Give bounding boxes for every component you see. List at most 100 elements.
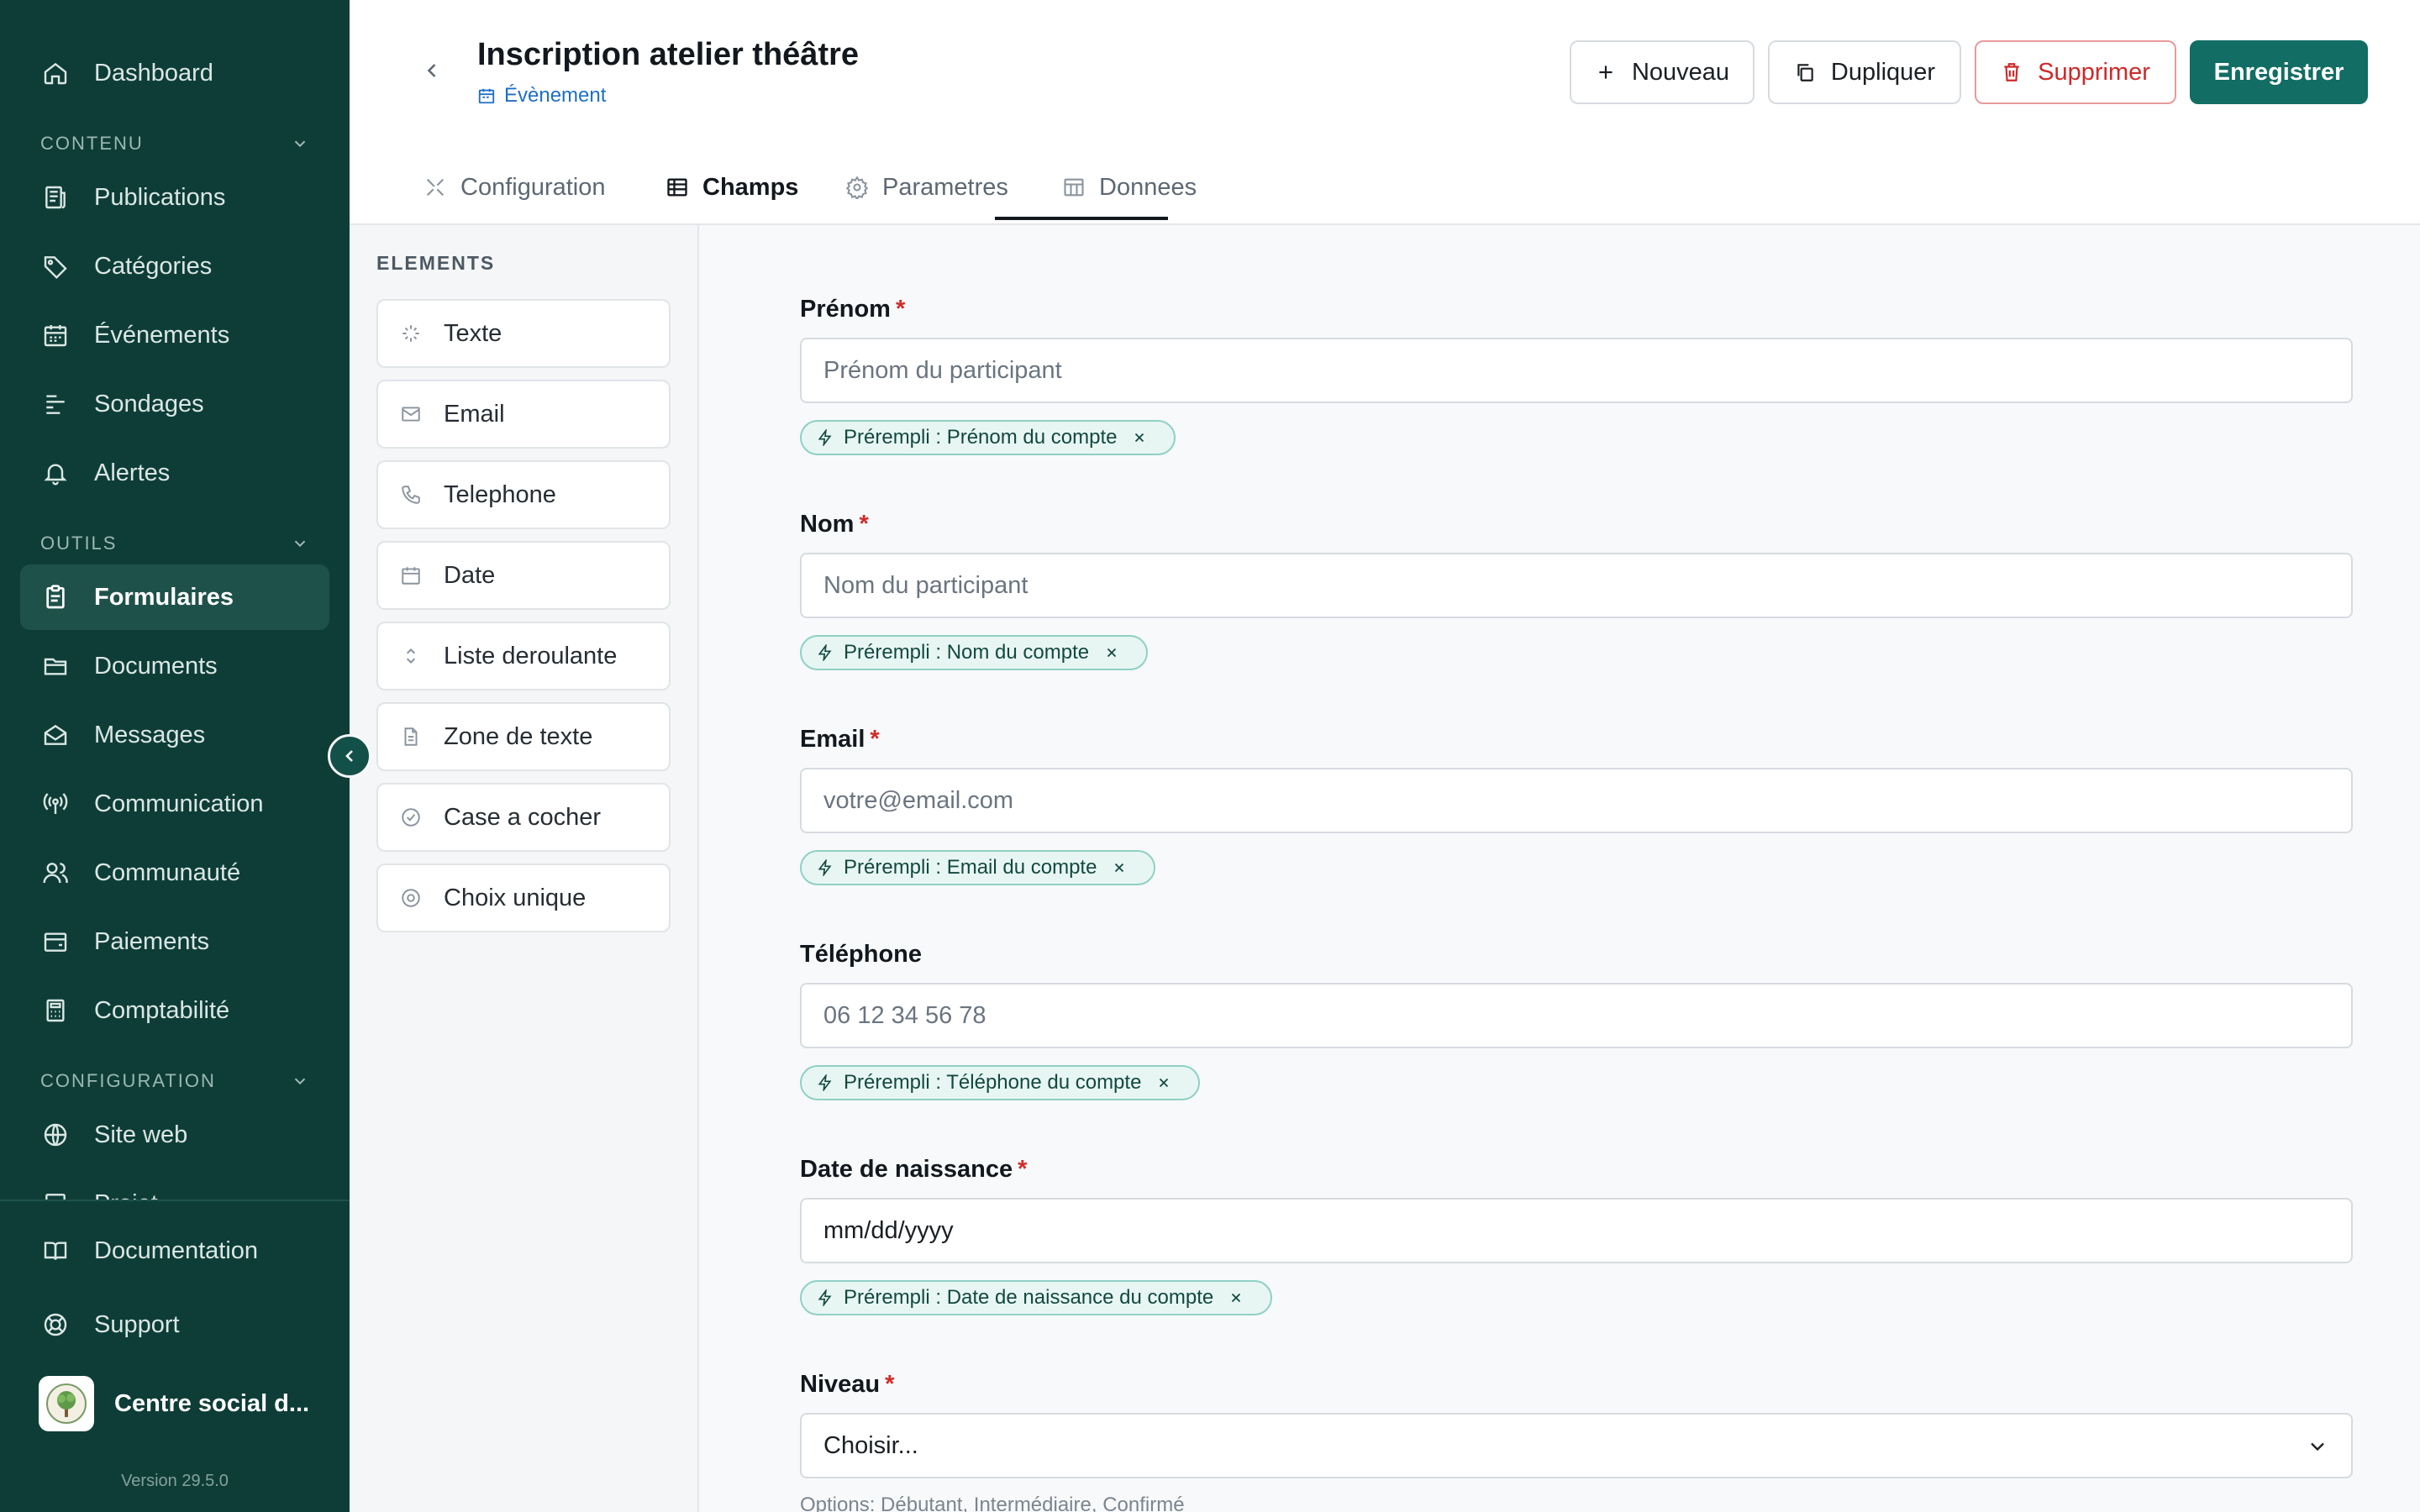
close-icon: [1107, 648, 1117, 658]
prenom-input[interactable]: Prénom du participant: [800, 338, 2353, 403]
tab-configuration[interactable]: Configuration: [424, 150, 606, 225]
sidebar-item-comptabilite[interactable]: Comptabilité: [20, 978, 329, 1043]
save-button[interactable]: Enregistrer: [2190, 40, 2368, 104]
element-dropdown[interactable]: Liste deroulante: [376, 622, 671, 690]
sidebar-item-sondages[interactable]: Sondages: [20, 371, 329, 437]
sidebar-item-dashboard[interactable]: Dashboard: [20, 40, 329, 106]
section-configuration[interactable]: CONFIGURATION: [40, 1070, 309, 1092]
file-text-icon: [398, 724, 424, 749]
sidebar-item-messages[interactable]: Messages: [20, 702, 329, 768]
duplicate-button[interactable]: Dupliquer: [1768, 40, 1961, 104]
sidebar-item-label: Dashboard: [94, 59, 213, 87]
table-icon: [1064, 178, 1084, 197]
poll-icon: [40, 389, 71, 419]
chevron-down-icon: [294, 140, 306, 148]
organization-switcher[interactable]: Centre social d...: [39, 1376, 309, 1431]
date-of-birth-input[interactable]: mm/dd/yyyy: [800, 1198, 2353, 1263]
form-field: Email * votre@email.com Prérempli : Email…: [800, 722, 2353, 885]
delete-button[interactable]: Supprimer: [1975, 40, 2176, 104]
prefill-chip[interactable]: Prérempli : Date de naissance du compte: [800, 1280, 1273, 1315]
element-radio[interactable]: Choix unique: [376, 864, 671, 932]
section-contenu[interactable]: CONTENU: [40, 133, 309, 155]
book-icon: [40, 1236, 71, 1266]
broadcast-icon: [40, 789, 71, 819]
required-marker: *: [859, 510, 869, 538]
form-field: Niveau * Choisir... Options: Débutant, In…: [800, 1368, 2353, 1512]
element-telephone[interactable]: Telephone: [376, 460, 671, 529]
section-outils[interactable]: OUTILS: [40, 533, 309, 554]
calendar-icon: [398, 563, 424, 588]
wallet-icon: [40, 927, 71, 957]
close-icon: [1115, 863, 1124, 873]
telephone-input[interactable]: 06 12 34 56 78: [800, 983, 2353, 1048]
remove-prefill-button[interactable]: [1132, 430, 1157, 445]
prefill-chip[interactable]: Prérempli : Email du compte: [800, 850, 1156, 885]
remove-prefill-button[interactable]: [1228, 1290, 1254, 1305]
sidebar-item-documentation[interactable]: Documentation: [20, 1218, 329, 1284]
prefill-chip[interactable]: Prérempli : Nom du compte: [800, 635, 1149, 670]
remove-prefill-button[interactable]: [1104, 645, 1129, 660]
niveau-select[interactable]: Choisir...: [800, 1413, 2353, 1478]
required-marker: *: [885, 1370, 895, 1398]
remove-prefill-button[interactable]: [1112, 860, 1137, 875]
sidebar-item-label: Communication: [94, 790, 264, 817]
organization-name: Centre social d...: [114, 1389, 310, 1417]
sidebar-item-label: Catégories: [94, 252, 213, 280]
back-button[interactable]: [417, 55, 447, 86]
bolt-icon: [818, 1074, 832, 1091]
sidebar-item-publications[interactable]: Publications: [20, 165, 329, 230]
plus-icon: [1599, 66, 1612, 79]
calendar-icon: [40, 320, 71, 350]
element-email[interactable]: Email: [376, 380, 671, 449]
chevron-down-icon: [294, 540, 306, 548]
tab-parametres[interactable]: Parametres: [845, 150, 1008, 225]
sidebar-item-label: Paiements: [94, 927, 210, 955]
sidebar-item-communication[interactable]: Communication: [20, 771, 329, 837]
globe-icon: [40, 1120, 71, 1150]
prefill-chip[interactable]: Prérempli : Prénom du compte: [800, 420, 1176, 455]
bolt-icon: [818, 644, 832, 661]
email-input[interactable]: votre@email.com: [800, 768, 2353, 833]
sidebar-item-label: Documentation: [94, 1236, 259, 1264]
required-marker: *: [895, 295, 906, 323]
element-checkbox[interactable]: Case a cocher: [376, 783, 671, 852]
sidebar-item-label: Publications: [94, 183, 226, 211]
prefill-chip[interactable]: Prérempli : Téléphone du compte: [800, 1065, 1201, 1100]
elements-panel: ELEMENTS Texte Email Telephone Date List…: [350, 225, 699, 1512]
sidebar-item-site-web[interactable]: Site web: [20, 1102, 329, 1168]
page-type-link[interactable]: Évènement: [477, 84, 606, 108]
tab-donnees[interactable]: Donnees: [1062, 150, 1197, 225]
app-version: Version 29.5.0: [121, 1472, 229, 1490]
sidebar-item-support[interactable]: Support: [20, 1292, 329, 1357]
sidebar-item-label: Support: [94, 1310, 180, 1338]
sidebar-item-evenements[interactable]: Événements: [20, 302, 329, 368]
nom-input[interactable]: Nom du participant: [800, 553, 2353, 618]
collapse-sidebar-button[interactable]: [328, 734, 371, 778]
sidebar-item-alertes[interactable]: Alertes: [20, 440, 329, 506]
chevron-left-icon: [345, 750, 353, 762]
sidebar-item-formulaires[interactable]: Formulaires: [20, 564, 329, 630]
element-text[interactable]: Texte: [376, 299, 671, 368]
tab-champs[interactable]: Champs: [666, 150, 798, 225]
tools-icon: [426, 178, 445, 197]
trash-icon: [2004, 63, 2019, 81]
element-textarea[interactable]: Zone de texte: [376, 702, 671, 771]
sidebar-item-documents[interactable]: Documents: [20, 633, 329, 699]
remove-prefill-button[interactable]: [1156, 1075, 1181, 1090]
radio-icon: [398, 885, 424, 911]
close-icon: [1135, 433, 1144, 443]
sidebar-item-communaute[interactable]: Communauté: [20, 840, 329, 906]
sidebar-item-label: Comptabilité: [94, 996, 230, 1024]
field-label: Date de naissance *: [800, 1155, 1028, 1183]
form-canvas: Prénom * Prénom du participant Prérempli …: [699, 225, 2420, 1512]
active-tab-indicator: [995, 217, 1168, 220]
sidebar-item-paiements[interactable]: Paiements: [20, 909, 329, 974]
mail-open-icon: [40, 720, 71, 750]
new-button[interactable]: Nouveau: [1570, 40, 1754, 104]
sidebar-item-label: Formulaires: [94, 583, 234, 611]
sidebar-item-label: Site web: [94, 1121, 188, 1148]
element-date[interactable]: Date: [376, 541, 671, 610]
field-label: Prénom *: [800, 295, 906, 323]
users-icon: [40, 858, 71, 888]
sidebar-item-categories[interactable]: Catégories: [20, 234, 329, 299]
